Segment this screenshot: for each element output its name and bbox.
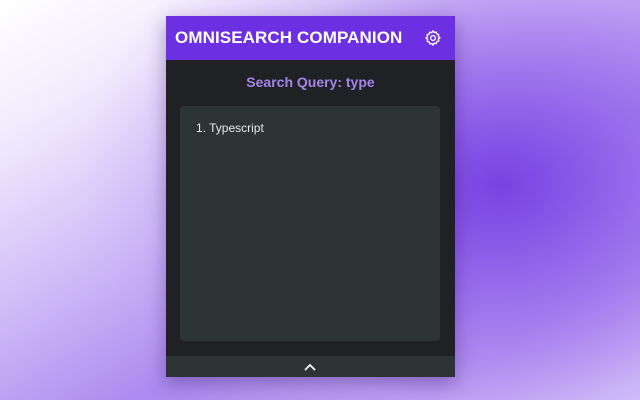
app-title: OMNISEARCH COMPANION xyxy=(175,28,403,47)
list-item[interactable]: 1. Typescript xyxy=(196,121,264,135)
collapse-toggle-button[interactable] xyxy=(166,356,455,377)
gear-icon[interactable] xyxy=(424,29,442,47)
search-query-label: Search Query: type xyxy=(246,74,375,90)
results-list: 1. Typescript xyxy=(180,106,440,341)
companion-panel: OMNISEARCH COMPANION Search Query: type … xyxy=(166,16,455,377)
chevron-up-icon xyxy=(303,360,317,372)
panel-header: OMNISEARCH COMPANION xyxy=(166,16,455,60)
